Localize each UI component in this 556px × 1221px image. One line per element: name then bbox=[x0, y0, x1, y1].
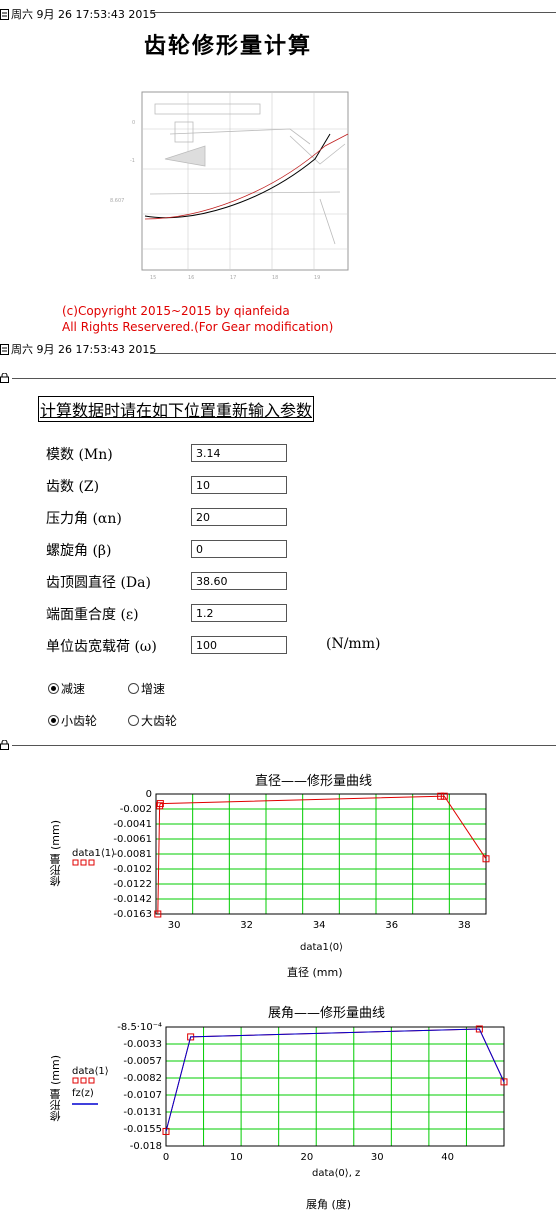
unit-load-input[interactable]: 100 bbox=[191, 636, 287, 654]
region-divider bbox=[12, 378, 556, 379]
svg-text:8.607: 8.607 bbox=[110, 198, 124, 204]
page-title: 齿轮修形量计算 bbox=[144, 34, 313, 59]
chart2-xvar: data⟨0⟩, z bbox=[312, 1168, 361, 1179]
radio-label: 大齿轮 bbox=[141, 714, 178, 728]
y-tick-label: -0.0081 bbox=[113, 849, 152, 860]
chart1-xvar: data1⟨0⟩ bbox=[300, 942, 344, 953]
y-tick-label: -0.002 bbox=[120, 804, 152, 815]
lock-icon[interactable] bbox=[0, 373, 9, 383]
radio-label: 小齿轮 bbox=[61, 714, 98, 728]
radio-circle[interactable] bbox=[128, 683, 139, 694]
copyright-line-1: (c)Copyright 2015~2015 by qianfeida bbox=[62, 304, 290, 318]
teeth-input[interactable]: 10 bbox=[191, 476, 287, 494]
chart1-xlabel: 直径 (mm) bbox=[287, 966, 343, 979]
header-timestamp-2: 周六 9月 26 17:53:43 2015 bbox=[0, 341, 156, 357]
y-tick-label: -0.0142 bbox=[113, 894, 152, 905]
region-divider bbox=[12, 745, 556, 746]
legend-marker-red bbox=[72, 859, 95, 866]
x-tick-label: 30 bbox=[371, 1152, 384, 1163]
x-tick-label: 30 bbox=[168, 920, 181, 931]
y-tick-label: 0 bbox=[146, 789, 152, 800]
module-input[interactable]: 3.14 bbox=[191, 444, 287, 462]
timestamp-text: 周六 9月 26 17:53:43 2015 bbox=[11, 8, 157, 21]
x-tick-label: 20 bbox=[300, 1152, 313, 1163]
param-label-unit-load: 单位齿宽载荷 (ω) bbox=[46, 639, 157, 655]
y-tick-label: -0.0122 bbox=[113, 879, 152, 890]
y-tick-label: -0.0163 bbox=[113, 909, 152, 920]
y-tick-label: -0.0102 bbox=[113, 864, 152, 875]
page-icon bbox=[0, 343, 9, 355]
x-tick-label: 32 bbox=[240, 920, 253, 931]
x-tick-label: 34 bbox=[313, 920, 326, 931]
radio-deceleration[interactable]: 减速 bbox=[48, 680, 85, 697]
y-tick-label: -0.0057 bbox=[123, 1056, 162, 1067]
instruction-text: 计算数据时请在如下位置重新输入参数 bbox=[38, 396, 315, 422]
legend-marker-red bbox=[72, 1077, 95, 1084]
y-tick-label: -8.5·10⁻⁴ bbox=[117, 1022, 162, 1033]
chart1-plot: 0 -0.002 -0.0041 -0.0061 -0.0081 -0.0102 -0.01… bbox=[113, 789, 490, 931]
copyright-line-2: All Rights Reservered.(For Gear modifica… bbox=[62, 320, 334, 334]
chart2-title: 展角——修形量曲线 bbox=[268, 1006, 386, 1021]
radio-label: 增速 bbox=[141, 682, 166, 696]
svg-text:-1: -1 bbox=[130, 158, 135, 164]
y-tick-label: -0.018 bbox=[130, 1141, 162, 1152]
param-label-contact-ratio: 端面重合度 (ε) bbox=[46, 607, 139, 623]
param-label-tip-diameter: 齿顶圆直径 (Da) bbox=[46, 575, 151, 591]
chart2-ylabel: 修形量 (mm) bbox=[49, 1055, 62, 1122]
helix-angle-input[interactable]: 0 bbox=[191, 540, 287, 558]
y-tick-label: -0.0082 bbox=[123, 1073, 162, 1084]
radio-large-gear[interactable]: 大齿轮 bbox=[128, 712, 177, 729]
x-tick-label: 38 bbox=[458, 920, 471, 931]
radio-acceleration[interactable]: 增速 bbox=[128, 680, 165, 697]
radio-circle[interactable] bbox=[128, 715, 139, 726]
plot-frame bbox=[165, 1026, 505, 1147]
y-tick-label: -0.0041 bbox=[113, 819, 152, 830]
svg-text:19: 19 bbox=[314, 275, 320, 281]
y-tick-label: -0.0131 bbox=[123, 1107, 162, 1118]
x-tick-label: 0 bbox=[163, 1152, 169, 1163]
page-icon bbox=[0, 8, 9, 20]
chart2-plot: -8.5·10⁻⁴ -0.0033 -0.0057 -0.0082 -0.0107 -0.… bbox=[117, 1022, 508, 1163]
unit-load-unit: (N/mm) bbox=[326, 636, 381, 652]
x-tick-label: 10 bbox=[230, 1152, 243, 1163]
x-tick-label: 36 bbox=[385, 920, 398, 931]
y-tick-label: -0.0033 bbox=[123, 1039, 162, 1050]
param-label-helix-angle: 螺旋角 (β) bbox=[46, 543, 112, 559]
legend-line-blue bbox=[72, 1103, 98, 1105]
tip-diameter-input[interactable]: 38.60 bbox=[191, 572, 287, 590]
contact-ratio-input[interactable]: 1.2 bbox=[191, 604, 287, 622]
param-label-teeth: 齿数 (Z) bbox=[46, 479, 100, 495]
svg-text:17: 17 bbox=[230, 275, 236, 281]
lock-icon[interactable] bbox=[0, 740, 9, 750]
pressure-angle-input[interactable]: 20 bbox=[191, 508, 287, 526]
timestamp-text: 周六 9月 26 17:53:43 2015 bbox=[11, 343, 157, 356]
svg-text:15: 15 bbox=[150, 275, 156, 281]
svg-text:16: 16 bbox=[188, 275, 194, 281]
radio-small-gear[interactable]: 小齿轮 bbox=[48, 712, 97, 729]
x-tick-label: 40 bbox=[441, 1152, 454, 1163]
param-label-module: 模数 (Mn) bbox=[46, 447, 113, 463]
param-label-pressure-angle: 压力角 (αn) bbox=[46, 511, 122, 527]
copyright-notice: (c)Copyright 2015~2015 by qianfeida All … bbox=[62, 303, 333, 335]
divider bbox=[150, 353, 556, 354]
y-tick-label: -0.0107 bbox=[123, 1090, 162, 1101]
series-line bbox=[157, 795, 487, 915]
svg-text:0: 0 bbox=[132, 120, 135, 126]
y-tick-label: -0.0061 bbox=[113, 834, 152, 845]
svg-text:18: 18 bbox=[272, 275, 278, 281]
gear-profile-image: 0 -1 8.607 15 16 17 18 19 bbox=[110, 74, 360, 284]
radio-label: 减速 bbox=[61, 682, 86, 696]
chart1-ylabel: 修形量 (mm) bbox=[49, 820, 62, 887]
chart2-xlabel: 展角 (度) bbox=[306, 1198, 352, 1211]
divider bbox=[150, 12, 556, 13]
radio-circle[interactable] bbox=[48, 715, 59, 726]
radio-circle[interactable] bbox=[48, 683, 59, 694]
header-timestamp: 周六 9月 26 17:53:43 2015 bbox=[0, 6, 156, 22]
y-tick-label: -0.0155 bbox=[123, 1124, 162, 1135]
